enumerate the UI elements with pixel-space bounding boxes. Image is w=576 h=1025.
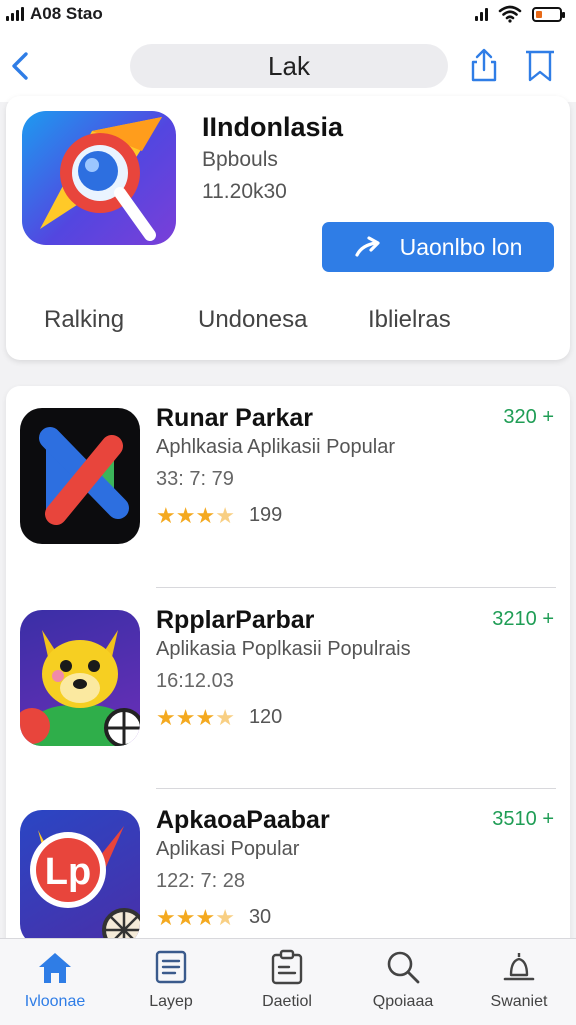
star-icon: ★: [195, 704, 216, 730]
app-title: ApkaoaPaabar: [156, 806, 330, 834]
app-meta: 122: 7: 28: [156, 870, 245, 892]
install-button[interactable]: Uaonlbo lon: [322, 222, 554, 272]
wifi-icon: [498, 5, 522, 23]
svg-text:Lp: Lp: [45, 851, 91, 893]
tab-label: Layep: [149, 993, 193, 1010]
half-star-icon: ★: [215, 704, 235, 730]
compass-app-icon: Lp: [20, 810, 140, 946]
share-icon[interactable]: [464, 46, 504, 86]
list-item[interactable]: RpplarParbar Aplikasia Poplkasii Populra…: [6, 588, 570, 788]
bookmark-icon[interactable]: [520, 46, 560, 86]
price-button[interactable]: 3510 +: [492, 808, 554, 831]
list-icon: [155, 950, 187, 984]
star-icon: ★: [195, 904, 216, 930]
tab-label: Qpoiaaa: [372, 993, 434, 1010]
app-title: Runar Parkar: [156, 404, 314, 432]
tab-bar: Ivloonae Layep Daetiol Qpoiaaa Swaniet: [0, 938, 576, 1025]
review-count: 120: [248, 706, 283, 728]
star-rating: ★ ★ ★ ★ 120: [156, 706, 282, 729]
status-bar: A08 Stao: [0, 0, 576, 30]
arrow-icon: [355, 236, 380, 257]
fox-app-icon: [20, 610, 140, 746]
featured-subtitle: Bpbouls: [202, 148, 278, 171]
featured-app-icon[interactable]: [22, 111, 176, 245]
status-left: A08 Stao: [6, 4, 103, 24]
tab-label: Swaniet: [490, 993, 548, 1010]
featured-card: IIndonlasia Bpbouls 11.20k30 Uaonlbo lon…: [6, 96, 570, 360]
star-icon: ★: [156, 502, 176, 528]
app-subtitle: Aphlkasia Aplikasii Popular: [156, 436, 396, 458]
tab-label: Ivloonae: [24, 993, 86, 1010]
price-button[interactable]: 320 +: [503, 406, 554, 429]
back-chevron-icon[interactable]: [6, 46, 36, 86]
tab-indonesia[interactable]: Undonesa: [198, 306, 307, 334]
nav-bar: Lak: [0, 30, 576, 102]
battery-icon: [532, 6, 565, 22]
status-right: [475, 5, 565, 23]
carrier-label: A08 Stao: [30, 4, 103, 23]
price-button[interactable]: 3210 +: [492, 608, 554, 631]
search-icon: [387, 951, 420, 984]
home-icon: [39, 953, 71, 983]
star-icon: ★: [156, 704, 176, 730]
featured-tabs: Ralking Undonesa Iblielras: [6, 306, 570, 346]
star-icon: ★: [156, 904, 176, 930]
search-field[interactable]: Lak: [130, 44, 448, 88]
star-rating: ★ ★ ★ ★ 199: [156, 504, 282, 527]
half-star-icon: ★: [215, 904, 235, 930]
star-icon: ★: [175, 904, 196, 930]
star-icon: ★: [195, 502, 216, 528]
bell-icon: [503, 953, 535, 981]
app-meta: 33: 7: 79: [156, 468, 234, 490]
tab-home[interactable]: Ivloonae: [0, 949, 110, 1011]
half-star-icon: ★: [215, 502, 235, 528]
search-text: Lak: [268, 50, 310, 81]
app-meta: 16:12.03: [156, 670, 234, 692]
tab-list[interactable]: Layep: [116, 949, 226, 1011]
star-icon: ★: [175, 502, 196, 528]
review-count: 199: [248, 504, 283, 526]
featured-title: IIndonlasia: [202, 112, 344, 142]
signal-icon: [6, 7, 24, 21]
star-icon: ★: [175, 704, 196, 730]
cellular-icon: [475, 7, 488, 21]
app-subtitle: Aplikasia Poplkasii Populrais: [156, 638, 411, 660]
featured-number: 11.20k30: [202, 180, 287, 203]
app-title: RpplarParbar: [156, 606, 315, 634]
list-item[interactable]: Runar Parkar Aphlkasia Aplikasii Popular…: [6, 386, 570, 586]
install-label: Uaonlbo lon: [399, 233, 523, 260]
tab-detail[interactable]: Daetiol: [232, 949, 342, 1011]
star-rating: ★ ★ ★ ★ 30: [156, 906, 271, 929]
review-count: 30: [248, 906, 272, 928]
clipboard-icon: [271, 949, 303, 985]
tab-search[interactable]: Qpoiaaa: [348, 949, 458, 1011]
magnifier-icon: [40, 117, 162, 241]
tab-label: Daetiol: [262, 993, 312, 1010]
tab-iblielras[interactable]: Iblielras: [368, 306, 451, 334]
x-cross-app-icon: [20, 408, 140, 544]
app-list: Runar Parkar Aphlkasia Aplikasii Popular…: [6, 386, 570, 986]
tab-ranking[interactable]: Ralking: [44, 306, 124, 334]
tab-notifications[interactable]: Swaniet: [464, 949, 574, 1011]
app-subtitle: Aplikasi Popular: [156, 838, 300, 860]
